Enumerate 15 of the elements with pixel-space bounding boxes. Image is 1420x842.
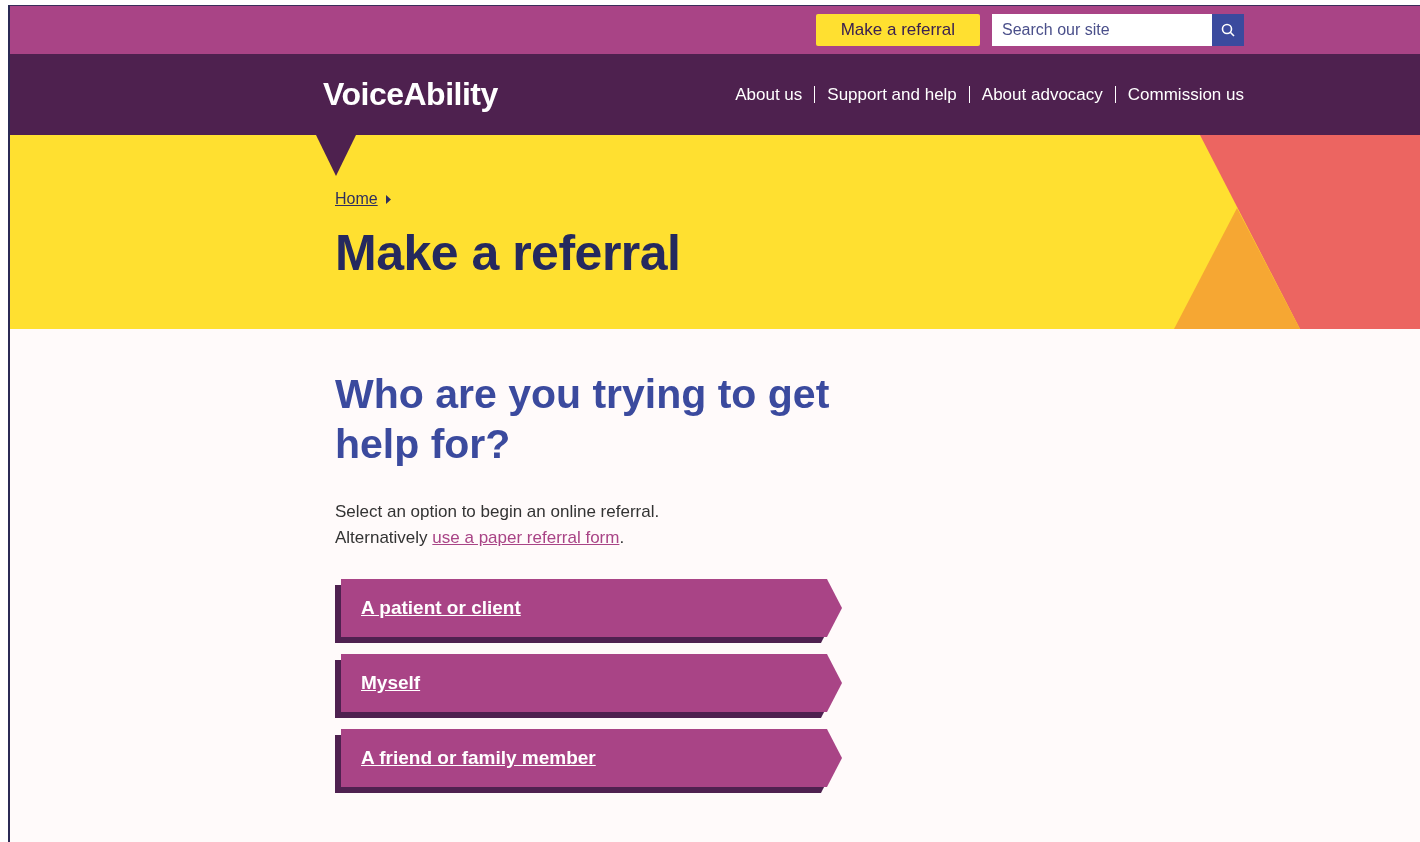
- paper-form-link[interactable]: use a paper referral form: [432, 528, 620, 547]
- nav-link[interactable]: Commission us: [1127, 84, 1244, 105]
- option-button[interactable]: A patient or client: [341, 579, 842, 637]
- section-heading: Who are you trying to get help for?: [335, 370, 831, 469]
- option-button[interactable]: A friend or family member: [341, 729, 842, 787]
- page-title: Make a referral: [335, 224, 682, 282]
- make-referral-button[interactable]: Make a referral: [815, 14, 980, 46]
- nav-link[interactable]: About advocacy: [981, 84, 1103, 105]
- option-button[interactable]: Myself: [341, 654, 842, 712]
- intro-text: Select an option to begin an online referral. Alternatively use a paper referral form.: [335, 501, 661, 549]
- nav-link[interactable]: Support and help: [827, 84, 957, 105]
- site-logo[interactable]: VoiceAbility: [323, 76, 498, 113]
- search-field[interactable]: Search our site: [992, 14, 1212, 46]
- nav-link[interactable]: About us: [735, 84, 803, 105]
- breadcrumb-link[interactable]: Home: [335, 190, 378, 208]
